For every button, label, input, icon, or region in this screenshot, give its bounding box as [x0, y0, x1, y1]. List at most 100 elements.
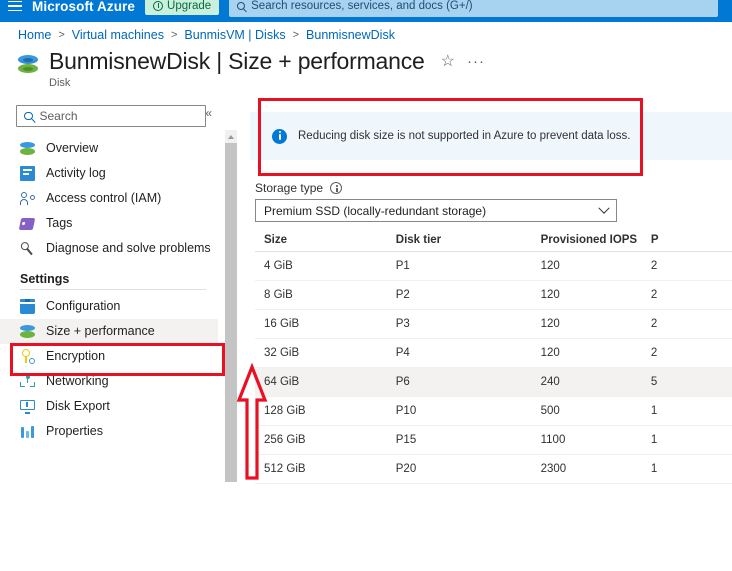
cell-provisioned-throughput: 1 — [650, 405, 658, 417]
cell-provisioned-throughput: 2 — [650, 260, 658, 272]
cell-size: 256 GiB — [264, 434, 306, 446]
breadcrumb-item-bunmisnewdisk[interactable]: BunmisnewDisk — [306, 28, 395, 42]
table-header-row: Size Disk tier Provisioned IOPS P — [255, 228, 732, 252]
sidebar-item-encryption[interactable]: Encryption — [0, 344, 218, 369]
cell-provisioned-throughput: 2 — [650, 347, 658, 359]
column-header-size[interactable]: Size — [255, 234, 396, 246]
configuration-icon — [20, 299, 35, 314]
table-row[interactable]: 16 GiB P3 120 2 — [255, 310, 732, 339]
disk-stack-icon — [20, 324, 35, 339]
tag-icon — [18, 216, 36, 231]
column-header-provisioned-iops[interactable]: Provisioned IOPS — [541, 234, 651, 246]
breadcrumb-separator: > — [170, 29, 178, 41]
chevron-down-icon — [598, 202, 610, 214]
sidebar-item-disk-export[interactable]: Disk Export — [0, 394, 218, 419]
sidebar-item-networking[interactable]: Networking — [0, 369, 218, 394]
wrench-icon — [17, 238, 38, 259]
column-header-disk-tier[interactable]: Disk tier — [396, 234, 541, 246]
sidebar-item-label: Disk Export — [46, 399, 110, 414]
sidebar-item-label: Overview — [46, 141, 99, 156]
scroll-up-arrow-icon[interactable] — [225, 130, 237, 143]
search-icon — [24, 111, 33, 121]
cell-disk-tier: P20 — [395, 463, 417, 475]
cell-provisioned-throughput: 5 — [650, 376, 658, 388]
disk-size-table: Size Disk tier Provisioned IOPS P 4 GiB … — [255, 228, 732, 484]
cell-provisioned-iops: 120 — [540, 260, 560, 272]
cell-provisioned-iops: 120 — [540, 289, 560, 301]
sidebar-item-overview[interactable]: Overview — [0, 136, 218, 161]
sidebar-item-size-performance[interactable]: Size + performance — [0, 319, 218, 344]
sidebar-item-activity-log[interactable]: Activity log — [0, 161, 218, 186]
storage-type-value: Premium SSD (locally-redundant storage) — [264, 203, 487, 218]
sidebar-item-tags[interactable]: Tags — [0, 211, 218, 236]
info-banner-text: Reducing disk size is not supported in A… — [298, 130, 631, 142]
table-row[interactable]: 512 GiB P20 2300 1 — [255, 455, 732, 484]
table-row[interactable]: 32 GiB P4 120 2 — [255, 339, 732, 368]
storage-type-dropdown[interactable]: Premium SSD (locally-redundant storage) — [255, 199, 617, 222]
cell-provisioned-throughput: 1 — [650, 463, 658, 475]
breadcrumb-item-home[interactable]: Home — [18, 28, 51, 42]
table-row[interactable]: 256 GiB P15 1100 1 — [255, 426, 732, 455]
resource-menu: Search « Overview Activity log Access co… — [0, 100, 218, 495]
cell-size: 16 GiB — [264, 318, 300, 330]
azure-portal-page: Microsoft Azure Upgrade Search resources… — [0, 0, 732, 571]
sidebar-item-configuration[interactable]: Configuration — [0, 294, 218, 319]
more-options-icon[interactable]: ··· — [467, 54, 485, 69]
sidebar-divider — [20, 289, 206, 290]
access-control-icon — [20, 191, 35, 206]
hamburger-menu-icon[interactable] — [8, 0, 22, 12]
sidebar-item-access-control[interactable]: Access control (IAM) — [0, 186, 218, 211]
table-row[interactable]: 128 GiB P10 500 1 — [255, 397, 732, 426]
table-row[interactable]: 8 GiB P2 120 2 — [255, 281, 732, 310]
collapse-menu-icon[interactable]: « — [205, 107, 212, 119]
sidebar-item-label: Access control (IAM) — [46, 191, 162, 206]
sidebar-section-settings: Settings — [20, 272, 70, 286]
upgrade-icon — [153, 1, 164, 11]
cell-provisioned-throughput: 1 — [650, 434, 658, 446]
sidebar-item-label: Diagnose and solve problems — [46, 241, 211, 256]
upgrade-button[interactable]: Upgrade — [145, 0, 220, 15]
cell-disk-tier: P2 — [395, 289, 410, 301]
breadcrumb-item-virtual-machines[interactable]: Virtual machines — [72, 28, 164, 42]
favorite-star-icon[interactable]: ☆ — [441, 53, 455, 70]
cell-disk-tier: P10 — [395, 405, 417, 417]
cell-size: 64 GiB — [264, 376, 300, 388]
sidebar-item-label: Encryption — [46, 349, 106, 364]
breadcrumb-item-bunmisvm-disks[interactable]: BunmisVM | Disks — [184, 28, 285, 42]
network-icon — [20, 374, 35, 389]
sidebar-item-label: Configuration — [46, 299, 121, 314]
sidebar-search-placeholder: Search — [39, 109, 78, 123]
sidebar-item-label: Networking — [46, 374, 109, 389]
properties-icon — [20, 424, 35, 439]
global-search-placeholder: Search resources, services, and docs (G+… — [251, 0, 473, 12]
cell-disk-tier: P4 — [395, 347, 410, 359]
table-row[interactable]: 64 GiB P6 240 5 — [255, 368, 732, 397]
search-icon — [237, 2, 246, 10]
cell-provisioned-iops: 2300 — [540, 463, 567, 475]
table-row[interactable]: 4 GiB P1 120 2 — [255, 252, 732, 281]
sidebar-item-properties[interactable]: Properties — [0, 419, 218, 444]
page-title: BunmisnewDisk | Size + performance — [49, 48, 425, 74]
sidebar-search-input[interactable]: Search — [16, 105, 206, 127]
page-header: BunmisnewDisk | Size + performance ☆ ···… — [16, 48, 485, 89]
disk-stack-icon — [16, 54, 40, 80]
cell-provisioned-throughput: 2 — [650, 318, 658, 330]
global-search-input[interactable]: Search resources, services, and docs (G+… — [229, 0, 718, 17]
sidebar-item-label: Properties — [46, 424, 103, 439]
upgrade-label: Upgrade — [167, 0, 212, 12]
cell-size: 8 GiB — [264, 289, 293, 301]
content-scrollbar-thumb[interactable] — [225, 143, 237, 482]
cell-provisioned-iops: 120 — [540, 318, 560, 330]
cell-size: 512 GiB — [264, 463, 306, 475]
key-icon — [20, 349, 35, 364]
disk-stack-icon — [20, 141, 35, 156]
sidebar-item-label: Size + performance — [46, 324, 155, 339]
sidebar-item-label: Activity log — [46, 166, 106, 181]
breadcrumb-separator: > — [292, 29, 300, 41]
storage-type-label-row: Storage type — [255, 181, 343, 195]
azure-brand-label[interactable]: Microsoft Azure — [32, 0, 135, 14]
sidebar-item-diagnose[interactable]: Diagnose and solve problems — [0, 236, 218, 261]
info-circle-icon[interactable] — [330, 182, 343, 194]
column-header-provisioned-throughput[interactable]: P — [651, 234, 732, 246]
cell-provisioned-iops: 1100 — [540, 434, 566, 446]
